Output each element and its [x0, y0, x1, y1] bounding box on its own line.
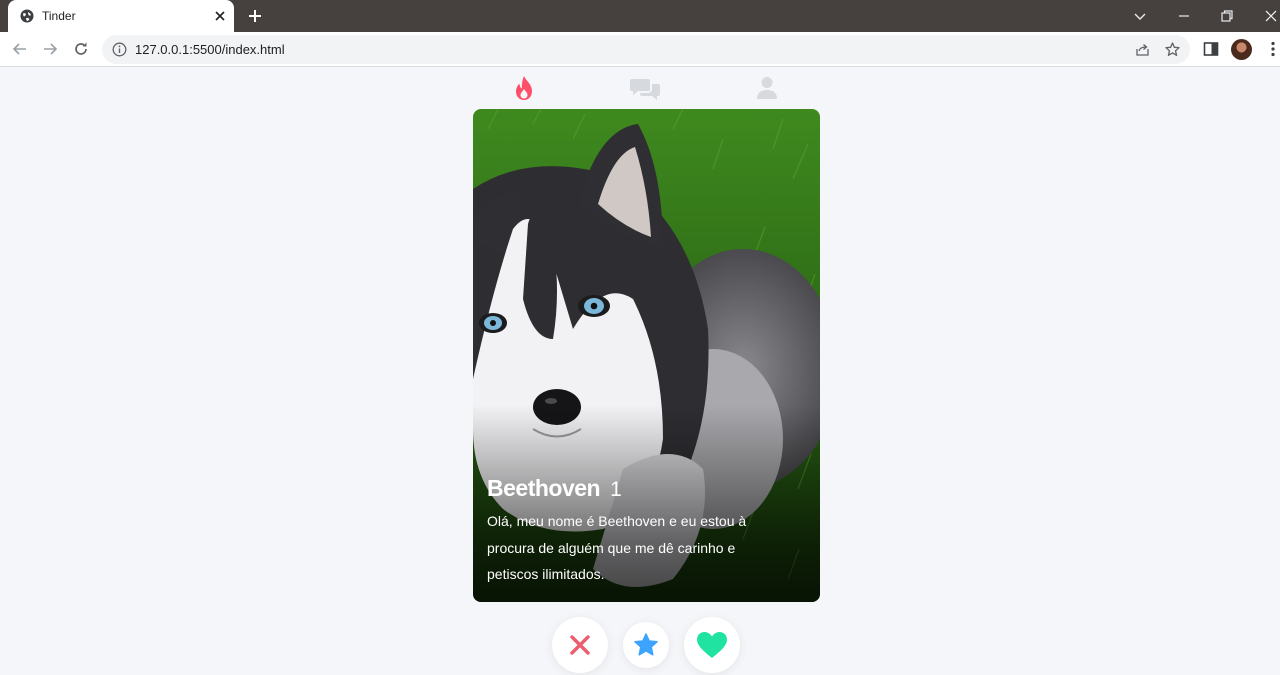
site-info-icon[interactable]: [112, 42, 127, 57]
profile-avatar[interactable]: [1231, 39, 1252, 60]
user-icon[interactable]: [756, 76, 778, 100]
super-like-button[interactable]: [623, 622, 669, 668]
tab-title: Tinder: [42, 9, 76, 23]
share-icon[interactable]: [1134, 41, 1151, 58]
new-tab-plus-icon[interactable]: [246, 7, 264, 25]
chat-icon[interactable]: [629, 76, 661, 101]
browser-tab-strip: Tinder: [0, 0, 1280, 32]
browser-tab[interactable]: Tinder: [8, 0, 234, 32]
url-text[interactable]: 127.0.0.1:5500/index.html: [135, 42, 285, 57]
browser-toolbar: 127.0.0.1:5500/index.html: [0, 32, 1280, 67]
profile-name: Beethoven: [487, 475, 601, 501]
card-info: Beethoven 1 Olá, meu nome é Beethoven e …: [487, 475, 787, 588]
kebab-menu-icon[interactable]: [1264, 40, 1280, 58]
window-close-icon[interactable]: [1261, 6, 1280, 26]
like-button[interactable]: [684, 617, 740, 673]
bookmark-star-icon[interactable]: [1164, 41, 1181, 58]
reload-icon[interactable]: [71, 39, 91, 59]
side-panel-icon[interactable]: [1202, 40, 1220, 58]
close-tab-icon[interactable]: [212, 8, 228, 24]
flame-icon[interactable]: [513, 75, 535, 101]
close-icon: [570, 635, 590, 655]
dislike-button[interactable]: [552, 617, 608, 673]
tab-search-chevron-icon[interactable]: [1130, 6, 1150, 26]
profile-age: 1: [610, 478, 622, 501]
back-arrow-icon[interactable]: [10, 39, 30, 59]
star-icon: [634, 633, 658, 656]
heart-icon: [697, 632, 727, 658]
minimize-icon[interactable]: [1174, 6, 1194, 26]
address-bar[interactable]: 127.0.0.1:5500/index.html: [102, 35, 1190, 64]
card-name-row: Beethoven 1: [487, 475, 787, 502]
restore-icon[interactable]: [1217, 6, 1237, 26]
globe-icon: [20, 9, 34, 23]
profile-card[interactable]: Beethoven 1 Olá, meu nome é Beethoven e …: [473, 109, 820, 602]
forward-arrow-icon[interactable]: [40, 39, 60, 59]
profile-bio: Olá, meu nome é Beethoven e eu estou à p…: [487, 513, 747, 582]
